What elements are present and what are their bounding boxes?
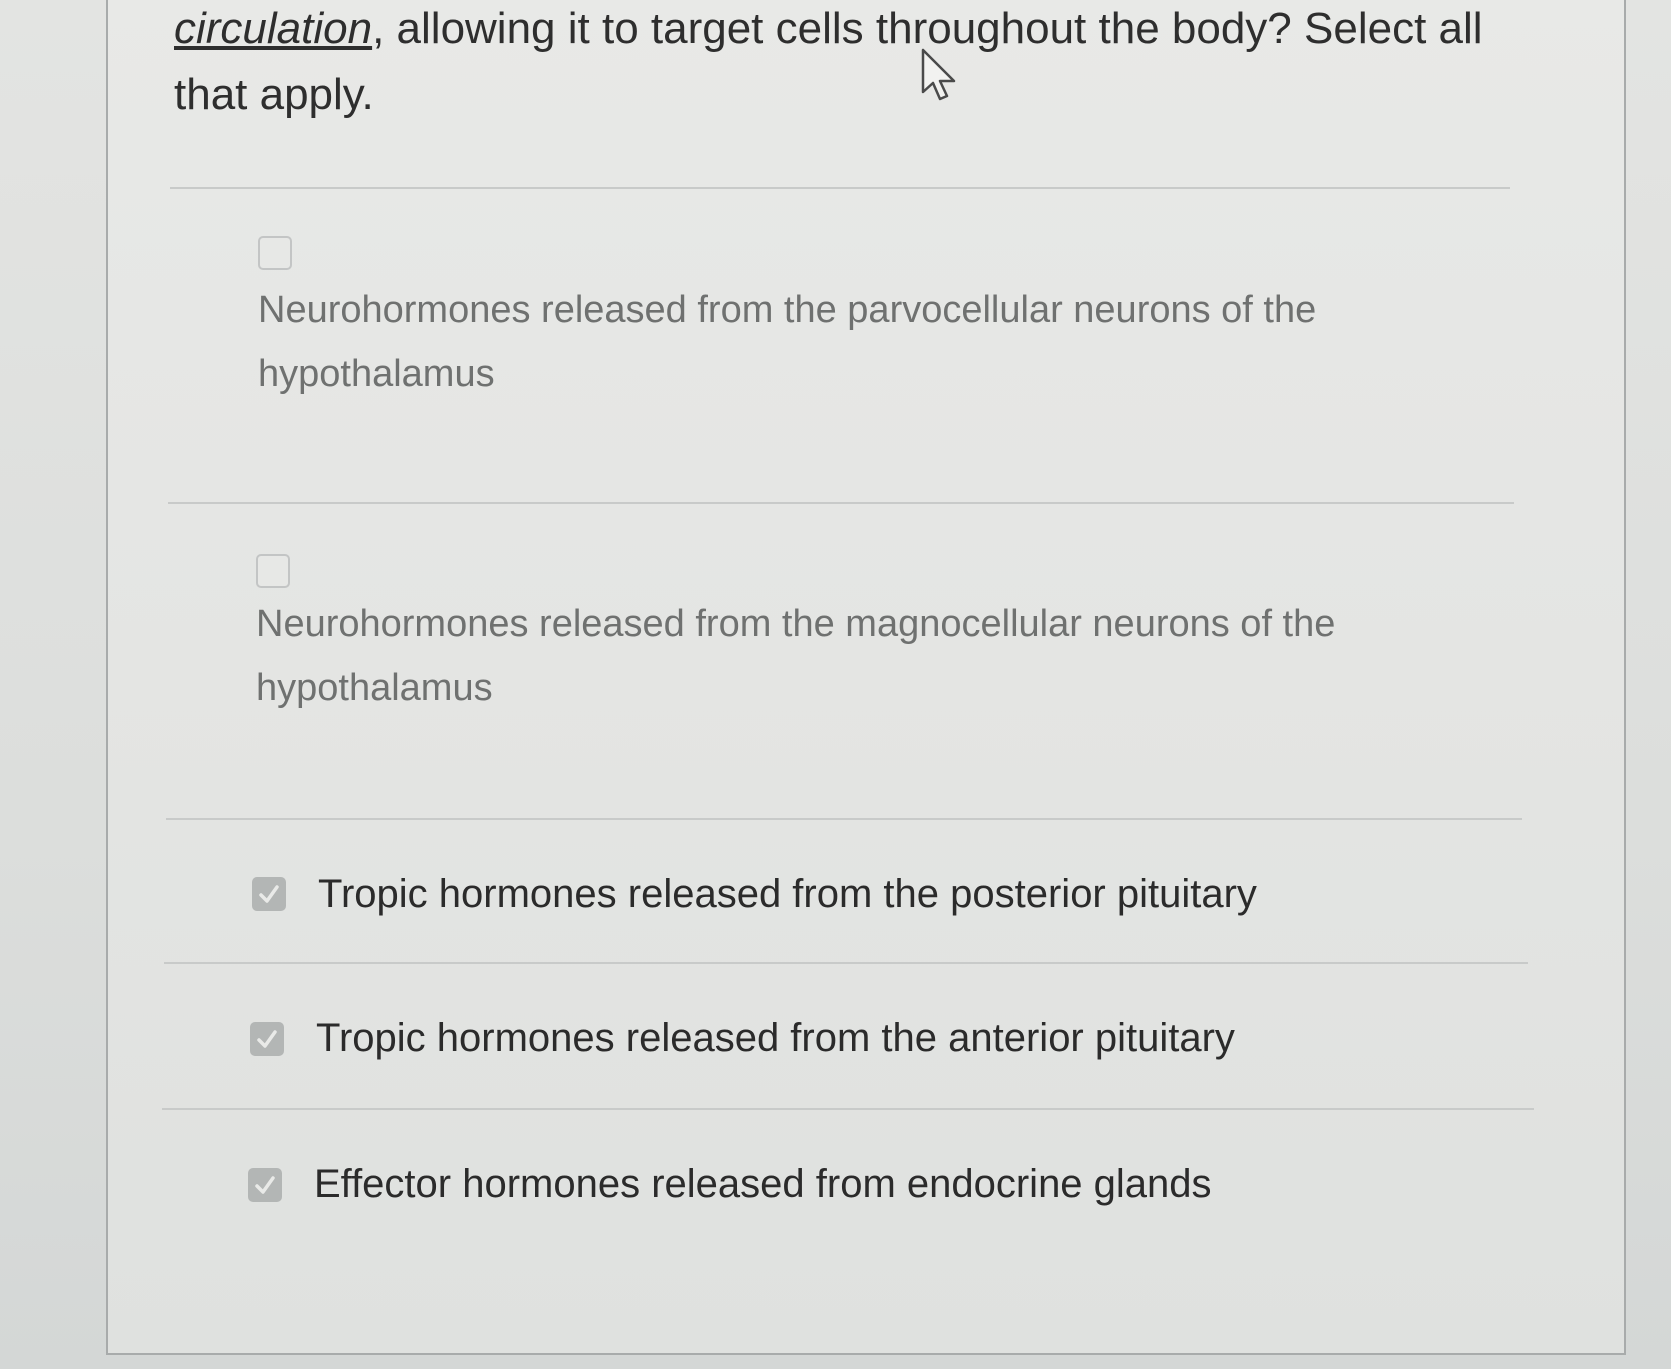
checkbox-effector-hormones[interactable] (248, 1168, 282, 1202)
divider-4 (162, 1108, 1534, 1110)
divider-top (170, 187, 1510, 189)
option-label-anterior-pituitary: Tropic hormones released from the anteri… (316, 1016, 1235, 1060)
checkbox-posterior-pituitary[interactable] (252, 877, 286, 911)
divider-3 (164, 962, 1528, 964)
mouse-pointer-icon (921, 48, 956, 101)
option-label-magnocellular: Neurohormones released from the magnocel… (256, 603, 1336, 709)
checkbox-magnocellular[interactable] (256, 554, 290, 588)
option-label-effector-hormones: Effector hormones released from endocrin… (314, 1162, 1212, 1206)
checkbox-anterior-pituitary[interactable] (250, 1022, 284, 1056)
checkmark-icon (259, 885, 279, 903)
checkmark-icon (257, 1030, 277, 1048)
option-label-posterior-pituitary: Tropic hormones released from the poster… (318, 872, 1257, 916)
option-label-parvocellular: Neurohormones released from the parvocel… (258, 289, 1317, 395)
question-term: circulation (174, 4, 373, 53)
question-text: circulation, allowing it to target cells… (174, 0, 1514, 128)
checkmark-icon (255, 1176, 275, 1194)
checkbox-parvocellular[interactable] (258, 236, 292, 270)
divider-1 (168, 502, 1514, 504)
divider-2 (166, 818, 1522, 820)
